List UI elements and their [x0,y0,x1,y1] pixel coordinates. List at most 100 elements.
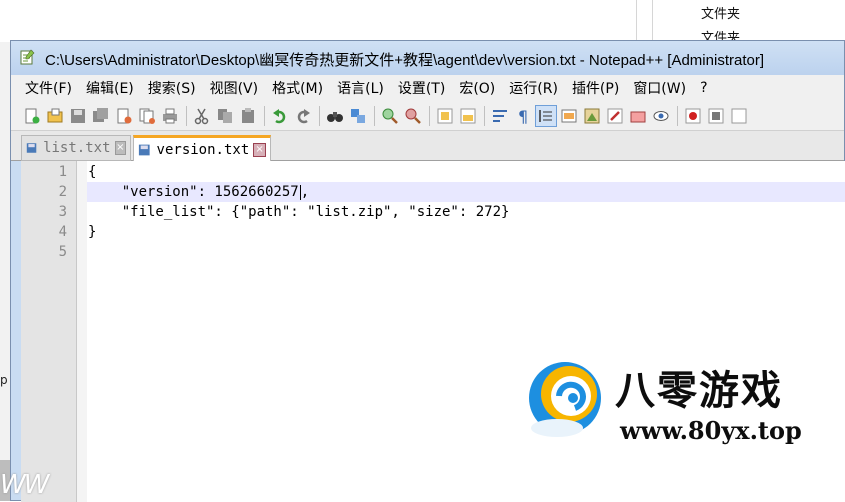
line-number: 2 [58,184,67,200]
replace-button[interactable] [347,105,369,127]
copy-icon [218,108,232,123]
toolbar-separator [264,105,265,126]
show-all-chars-button[interactable]: ¶ [512,105,534,127]
user-language-icon [561,109,577,122]
code-line[interactable]: { [88,164,96,180]
new-file-icon [25,108,40,123]
background-left-strip [0,42,10,501]
function-list-button[interactable] [604,105,626,127]
background-left-fragment: p [0,373,8,387]
line-number: 5 [58,244,67,260]
sync-vertical-button[interactable] [434,105,456,127]
copy-button[interactable] [214,105,236,127]
close-tab-icon[interactable]: × [253,143,266,157]
brand-url: www.80yx.top [620,416,802,445]
eye-icon [653,110,669,121]
line-number: 4 [58,224,67,240]
save-all-button[interactable] [90,105,112,127]
menu-plugins[interactable]: 插件(P) [565,78,626,98]
zoom-out-icon [405,108,421,124]
menu-help[interactable]: ? [693,80,714,96]
stop-macro-button[interactable] [705,105,727,127]
menu-bar: 文件(F) 编辑(E) 搜索(S) 视图(V) 格式(M) 语言(L) 设置(T) 宏(O) 运… [11,75,844,101]
new-file-button[interactable] [21,105,43,127]
notepad-app-icon [20,49,35,65]
word-wrap-icon [493,109,507,122]
indent-guide-button[interactable] [535,104,557,127]
svg-text:¶: ¶ [518,107,528,125]
code-line[interactable]: } [88,224,96,240]
find-button[interactable] [324,105,346,127]
paste-icon [242,107,254,123]
toolbar-separator [677,105,678,126]
fold-margin [77,161,87,502]
close-tab-icon[interactable]: × [114,141,126,155]
code-line[interactable]: "file_list": {"path": "list.zip", "size"… [88,204,510,220]
record-icon [685,108,701,123]
binoculars-icon [327,111,343,122]
print-icon [163,108,177,123]
toolbar-separator [374,105,375,126]
folder-icon [630,111,646,122]
close-all-button[interactable] [136,105,158,127]
menu-run[interactable]: 运行(R) [502,78,565,98]
close-button[interactable] [113,105,135,127]
sync-horizontal-icon [460,108,476,123]
zoom-in-icon [382,108,398,124]
toolbar: ¶ [11,101,844,131]
toolbar-separator [319,105,320,126]
toolbar-separator [484,105,485,126]
text-caret [299,184,301,200]
floppy-disk-icon [26,143,37,153]
sync-horizontal-button[interactable] [457,105,479,127]
tab-list-txt[interactable]: list.txt × [21,135,131,161]
document-map-button[interactable] [581,105,603,127]
floppy-disk-icon [138,144,150,156]
save-button[interactable] [67,105,89,127]
cut-button[interactable] [191,105,213,127]
menu-window[interactable]: 窗口(W) [626,78,693,98]
tab-label: version.txt [156,142,250,158]
background-divider [652,0,653,42]
menu-edit[interactable]: 编辑(E) [79,78,141,98]
code-line-text: "version": 1562660257, [88,184,310,200]
user-language-button[interactable] [558,105,580,127]
print-button[interactable] [159,105,181,127]
line-number: 1 [58,164,67,180]
menu-macro[interactable]: 宏(O) [452,78,502,98]
menu-language[interactable]: 语言(L) [330,78,391,98]
record-macro-button[interactable] [682,105,704,127]
pilcrow-icon: ¶ [518,107,528,125]
function-list-icon [607,108,623,123]
tab-version-txt[interactable]: version.txt × [133,135,271,162]
save-all-icon [93,107,108,122]
menu-format[interactable]: 格式(M) [265,78,330,98]
menu-view[interactable]: 视图(V) [203,78,266,98]
play-macro-button[interactable] [728,105,750,127]
menu-file[interactable]: 文件(F) [11,78,79,98]
redo-button[interactable] [292,105,314,127]
menu-search[interactable]: 搜索(S) [141,78,203,98]
close-file-icon [117,108,132,123]
sync-vertical-icon [437,108,453,123]
monitoring-button[interactable] [650,105,672,127]
text-editor[interactable]: 1 2 3 4 5 { "version": 1562660257, "file… [21,161,845,502]
watermark: 八零游戏 www.80yx.top [525,350,835,450]
toolbar-separator [186,105,187,126]
zoom-in-button[interactable] [379,105,401,127]
open-folder-icon [47,108,63,122]
open-file-button[interactable] [44,105,66,127]
code-line[interactable]: "version": 1562660257, [88,184,309,200]
zoom-out-button[interactable] [402,105,424,127]
folder-workspace-button[interactable] [627,105,649,127]
replace-icon [351,108,365,123]
cut-icon [194,108,209,124]
word-wrap-button[interactable] [489,105,511,127]
paste-button[interactable] [237,105,259,127]
background-watermark-fragment: WW [0,470,49,500]
line-number: 3 [58,204,67,220]
undo-button[interactable] [269,105,291,127]
tab-bar: list.txt × version.txt × [11,131,844,162]
title-bar[interactable]: C:\Users\Administrator\Desktop\幽冥传奇热更新文件… [11,41,844,75]
menu-settings[interactable]: 设置(T) [391,78,452,98]
